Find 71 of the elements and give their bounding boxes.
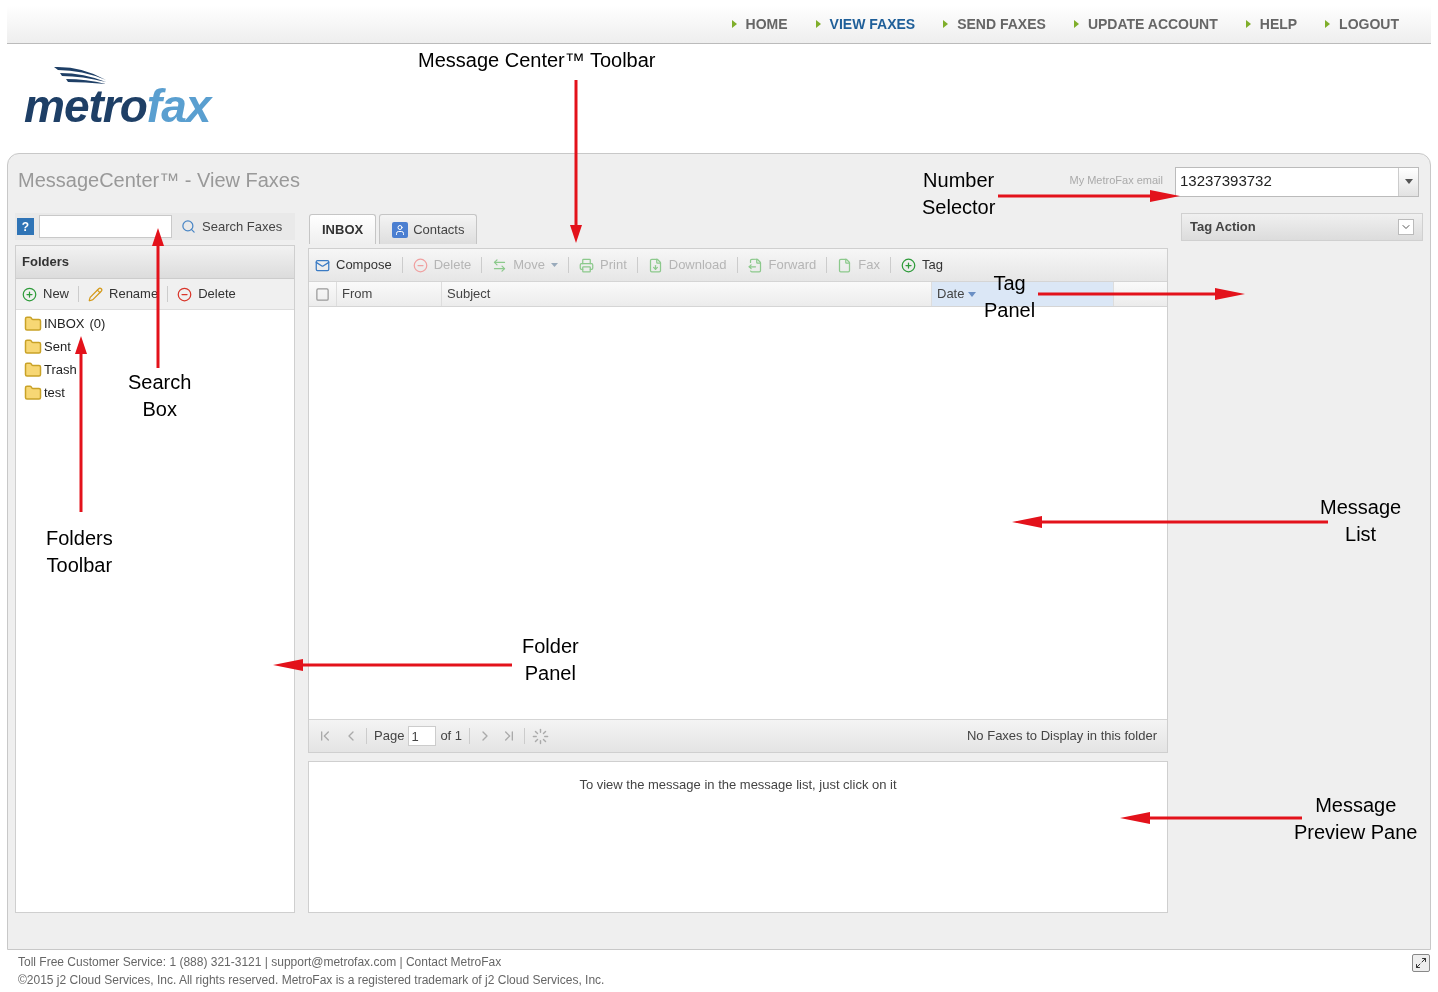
nav-link[interactable]: HOME — [731, 13, 788, 35]
preview-message: To view the message in the message list, just click on it — [579, 776, 897, 794]
nav-link[interactable]: UPDATE ACCOUNT — [1073, 13, 1218, 35]
tab[interactable]: INBOX — [309, 214, 377, 244]
folder-icon — [24, 361, 42, 379]
toolbar-button[interactable]: Compose — [315, 255, 392, 275]
folder-icon — [24, 338, 42, 356]
triangle-icon — [815, 20, 821, 28]
footer-contact: Toll Free Customer Service: 1 (888) 321-3121 | support@metrofax.com | Contact MetroFax — [18, 954, 503, 971]
tab[interactable]: Contacts — [379, 214, 478, 244]
page-count: of 1 — [440, 727, 463, 746]
caret-icon — [551, 263, 558, 267]
folder-item[interactable]: INBOX (0) — [24, 314, 106, 334]
toolbar-button[interactable]: Tag — [900, 255, 943, 275]
callout-label: Folders Toolbar — [46, 526, 113, 578]
nav-link[interactable]: HELP — [1245, 13, 1298, 35]
metrofax-logo[interactable]: metrofax — [24, 64, 239, 132]
swoosh-icon — [52, 64, 108, 86]
checkbox[interactable] — [315, 286, 330, 302]
minus-circle-icon — [412, 257, 428, 273]
help-button[interactable]: ? — [17, 218, 34, 235]
triangle-icon — [943, 20, 949, 28]
nav-link[interactable]: LOGOUT — [1325, 13, 1399, 35]
search-field[interactable] — [39, 215, 172, 238]
column-header[interactable]: From — [337, 282, 442, 306]
paging-status: No Faxes to Display in this folder — [966, 727, 1157, 746]
page-field[interactable]: 1 — [408, 726, 437, 746]
toolbar-button[interactable]: New — [22, 284, 69, 304]
callout-label: Message Center™ Toolbar — [418, 48, 656, 73]
triangle-icon — [731, 20, 737, 28]
search-button[interactable]: Search Faxes — [181, 216, 283, 237]
panel-title: Tag Action — [1190, 218, 1256, 237]
plus-circle-icon — [900, 257, 916, 273]
contact-icon — [392, 221, 409, 238]
triangle-icon — [1245, 20, 1251, 28]
page-title: MessageCenter™ - View Faxes — [18, 167, 300, 193]
callout-label: Search Box — [128, 370, 192, 422]
minus-circle-icon — [177, 286, 193, 302]
document-icon — [837, 257, 853, 273]
dropdown-icon — [1398, 167, 1418, 196]
folder-item[interactable]: Sent — [24, 337, 71, 357]
pencil-icon — [88, 286, 103, 302]
field-label: My MetroFax email — [1069, 173, 1163, 189]
footer-copyright: ©2015 j2 Cloud Services, Inc. All rights reserved. MetroFax is a registered trademark of j2 Cloud Services, Inc. — [18, 972, 606, 989]
callout-label: Message Preview Pane — [1294, 793, 1418, 845]
panel-title: Folders — [22, 253, 69, 272]
triangle-icon — [1325, 20, 1331, 28]
search-icon — [181, 219, 196, 234]
refresh-icon[interactable] — [532, 727, 550, 745]
nav-link[interactable]: VIEW FAXES — [815, 13, 916, 35]
nav-link[interactable]: SEND FAXES — [943, 13, 1046, 35]
folder-item[interactable]: test — [24, 383, 65, 403]
number-select[interactable]: 13237393732 — [1175, 166, 1419, 197]
download-icon — [647, 257, 663, 273]
page-label: Page — [374, 727, 405, 746]
callout-label: Message List — [1320, 495, 1402, 547]
toolbar-button[interactable]: Delete — [177, 284, 236, 304]
envelope-icon — [315, 257, 330, 273]
callout-label: Folder Panel — [522, 634, 579, 686]
arrows-icon — [492, 257, 508, 273]
plus-circle-icon — [22, 286, 37, 302]
dropdown-icon[interactable] — [1398, 219, 1414, 235]
folder-item[interactable]: Trash — [24, 360, 77, 380]
expand-icon[interactable] — [1412, 954, 1430, 972]
triangle-icon — [1073, 20, 1079, 28]
folder-icon — [24, 315, 42, 333]
callout-label: Number Selector — [922, 168, 996, 220]
document-arrow-icon — [747, 257, 763, 273]
printer-icon — [579, 257, 594, 273]
folder-icon — [24, 384, 42, 402]
sort-arrow-icon — [968, 291, 977, 297]
